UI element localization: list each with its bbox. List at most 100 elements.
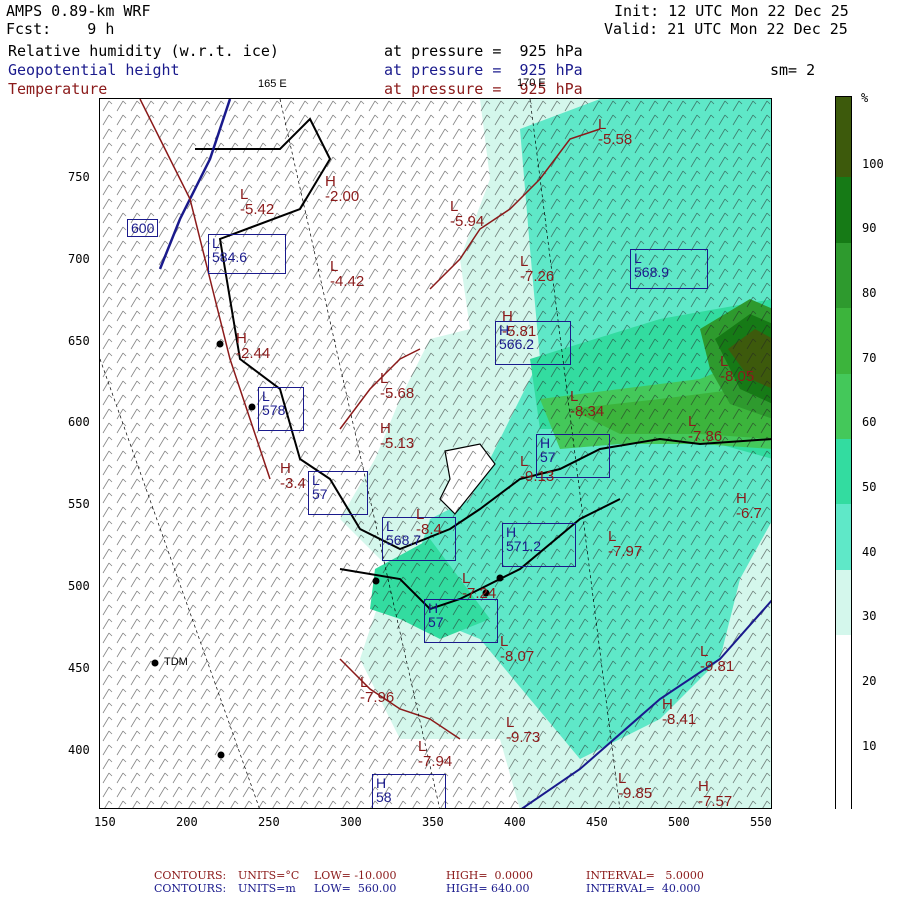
temp-label: L -4.42: [330, 258, 365, 290]
x-tick-label: 400: [504, 815, 526, 829]
init-time: Init: 12 UTC Mon 22 Dec 25: [614, 2, 849, 20]
y-tick-label: 700: [68, 252, 90, 266]
footer-temp-high: HIGH= 0.0000: [446, 869, 534, 882]
height-box: L 57: [308, 471, 368, 515]
temp-label: H -5.81: [502, 308, 537, 340]
temp-label: L -8.34: [570, 388, 605, 420]
height-box: L 578: [258, 387, 304, 431]
footer-temp-low: LOW= -10.000: [314, 869, 397, 882]
station-dot: [496, 574, 504, 582]
footer-height-interval: INTERVAL= 40.000: [586, 882, 701, 895]
x-tick-label: 150: [94, 815, 116, 829]
pressure-rh: at pressure = 925 hPa: [384, 42, 583, 60]
longitude-label-170: 170 E: [517, 77, 546, 89]
x-tick-label: 300: [340, 815, 362, 829]
y-tick-label: 600: [68, 415, 90, 429]
footer-temp-units: UNITS=°C: [238, 869, 300, 882]
colorbar-label: 80: [862, 286, 877, 300]
temp-label: L -9.13: [520, 453, 555, 485]
height-box: H 58: [372, 774, 446, 808]
height-box: L 584.6: [208, 234, 286, 274]
field-height-label: Geopotential height: [8, 61, 180, 79]
temp-label: H -7.57: [698, 778, 733, 809]
y-tick-label: 650: [68, 334, 90, 348]
colorbar-swatch: [836, 373, 851, 439]
station-dot: [248, 403, 256, 411]
temp-label: H -5.13: [380, 420, 415, 452]
footer-temp-label: CONTOURS:: [154, 869, 227, 882]
temp-label: L -7.97: [608, 528, 643, 560]
colorbar-swatch: [836, 97, 851, 178]
colorbar-label: 70: [862, 351, 877, 365]
colorbar-swatch: [836, 438, 851, 505]
temp-label: L -9.73: [506, 714, 541, 746]
colorbar-label: 50: [862, 480, 877, 494]
y-tick-label: 550: [68, 497, 90, 511]
height-box: H 57: [424, 599, 498, 643]
temp-label: L -8.4: [416, 506, 442, 538]
temp-label: L -9.85: [618, 770, 653, 802]
footer-height-high: HIGH= 640.00: [446, 882, 530, 895]
station-dot: [151, 659, 159, 667]
forecast-hour: Fcst: 9 h: [6, 20, 115, 38]
temp-label: L -7.94: [418, 738, 453, 770]
temp-label: L -7.96: [360, 674, 395, 706]
colorbar-swatch: [836, 635, 851, 701]
model-title: AMPS 0.89-km WRF: [6, 2, 151, 20]
footer-height-units: UNITS=m: [238, 882, 296, 895]
station-dot: [217, 751, 225, 759]
temp-label: L -8.07: [500, 633, 535, 665]
temp-label: L -9.81: [700, 643, 735, 675]
station-dot: [372, 577, 380, 585]
footer-height-low: LOW= 560.00: [314, 882, 397, 895]
colorbar-swatch: [836, 177, 851, 243]
height-box: H 571.2: [502, 523, 576, 567]
temp-label: L -8.05: [720, 353, 755, 385]
station-label-tdm: TDM: [164, 656, 188, 668]
temp-label: H -3.4: [280, 460, 306, 492]
colorbar-label: 60: [862, 415, 877, 429]
temp-label: H -2.00: [325, 173, 360, 205]
colorbar-swatch: [836, 504, 851, 570]
colorbar-label: 90: [862, 221, 877, 235]
field-temp-label: Temperature: [8, 80, 108, 98]
colorbar-swatch: [836, 569, 851, 636]
temp-label: H -8.41: [662, 696, 697, 728]
height-box: 600: [127, 219, 159, 237]
height-box: L 568.9: [630, 249, 708, 289]
x-tick-label: 550: [750, 815, 772, 829]
temp-label: L -5.42: [240, 186, 275, 218]
valid-time: Valid: 21 UTC Mon 22 Dec 25: [604, 20, 848, 38]
temp-label: H -2.44: [236, 330, 271, 362]
temp-label: L -7.24: [462, 570, 497, 602]
colorbar-label: 40: [862, 545, 877, 559]
x-tick-label: 250: [258, 815, 280, 829]
y-tick-label: 500: [68, 579, 90, 593]
x-tick-label: 200: [176, 815, 198, 829]
footer-height-label: CONTOURS:: [154, 882, 227, 895]
y-tick-label: 450: [68, 661, 90, 675]
longitude-label-165: 165 E: [258, 78, 287, 90]
map-panel: TDM 600 L 584.6 L 568.9 H 566.2 L 578 H 57 L5…: [99, 98, 772, 809]
colorbar-label: 100: [862, 157, 884, 171]
colorbar-swatch: [836, 700, 851, 809]
y-tick-label: 400: [68, 743, 90, 757]
field-rh-label: Relative humidity (w.r.t. ice): [8, 42, 279, 60]
temp-label: L -5.68: [380, 370, 415, 402]
colorbar-label: 20: [862, 674, 877, 688]
colorbar: [835, 96, 852, 809]
colorbar-unit: %: [861, 91, 869, 105]
colorbar-label: 10: [862, 739, 877, 753]
x-tick-label: 450: [586, 815, 608, 829]
temp-label: H -6.7: [736, 490, 762, 522]
x-tick-label: 350: [422, 815, 444, 829]
colorbar-swatch: [836, 242, 851, 309]
temp-label: L -5.94: [450, 198, 485, 230]
x-tick-label: 500: [668, 815, 690, 829]
temp-label: L -7.26: [520, 253, 555, 285]
station-dot: [216, 340, 224, 348]
temp-label: L -5.58: [598, 116, 633, 148]
footer-temp-interval: INTERVAL= 5.0000: [586, 869, 704, 882]
pressure-height: at pressure = 925 hPa: [384, 61, 583, 79]
colorbar-label: 30: [862, 609, 877, 623]
